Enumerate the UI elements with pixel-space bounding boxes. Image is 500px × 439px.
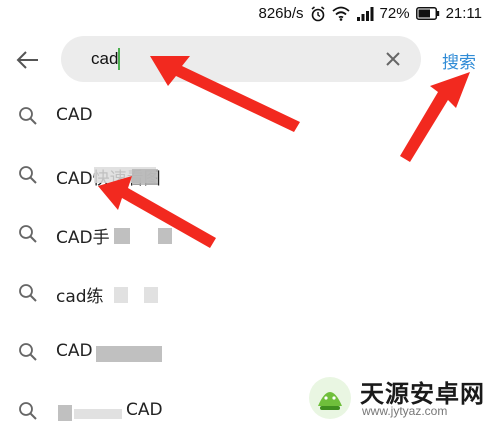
suggestion-item[interactable]: cad练 xyxy=(0,265,500,321)
suggestion-item[interactable]: CAD手 xyxy=(0,206,500,262)
signal-icon xyxy=(356,6,374,21)
search-icon xyxy=(18,342,38,362)
back-arrow-icon[interactable] xyxy=(14,46,42,74)
search-icon xyxy=(18,224,38,244)
search-icon xyxy=(18,283,38,303)
watermark-url: www.jytyaz.com xyxy=(362,404,448,418)
search-icon xyxy=(18,106,38,126)
suggestion-item[interactable]: CAD xyxy=(0,88,500,144)
status-time: 21:11 xyxy=(445,5,482,22)
battery-percent: 72% xyxy=(379,5,410,22)
blurred-text xyxy=(96,346,162,362)
blurred-text xyxy=(132,169,158,185)
suggestion-text: CAD手 xyxy=(56,228,110,248)
search-icon xyxy=(18,401,38,421)
blurred-text xyxy=(144,287,158,303)
search-icon xyxy=(18,165,38,185)
status-bar: 826b/s 72% 21:11 xyxy=(0,0,500,30)
blurred-text xyxy=(114,287,128,303)
battery-icon xyxy=(415,7,440,20)
suggestion-text: CAD xyxy=(56,105,93,125)
clear-icon[interactable] xyxy=(383,49,403,69)
network-speed: 826b/s xyxy=(258,5,304,22)
watermark: 天源安卓网 www.jytyaz.com xyxy=(308,372,498,422)
text-cursor xyxy=(118,48,120,70)
search-button[interactable]: 搜索 xyxy=(442,48,476,73)
blurred-text xyxy=(58,405,72,421)
suggestion-text: CAD xyxy=(56,341,93,361)
watermark-logo-icon xyxy=(308,376,352,420)
suggestion-text: CAD xyxy=(126,400,163,420)
alarm-icon xyxy=(310,5,326,22)
search-header: cad 搜索 xyxy=(0,32,500,86)
suggestion-text: cad练 xyxy=(56,287,104,307)
blurred-text xyxy=(74,409,122,419)
wifi-icon xyxy=(331,6,350,21)
blurred-text xyxy=(158,228,172,244)
suggestion-item[interactable]: CAD快速看图 xyxy=(0,147,500,203)
search-input[interactable]: cad xyxy=(61,36,421,82)
blurred-text xyxy=(114,228,130,244)
search-query-text: cad xyxy=(91,49,119,68)
